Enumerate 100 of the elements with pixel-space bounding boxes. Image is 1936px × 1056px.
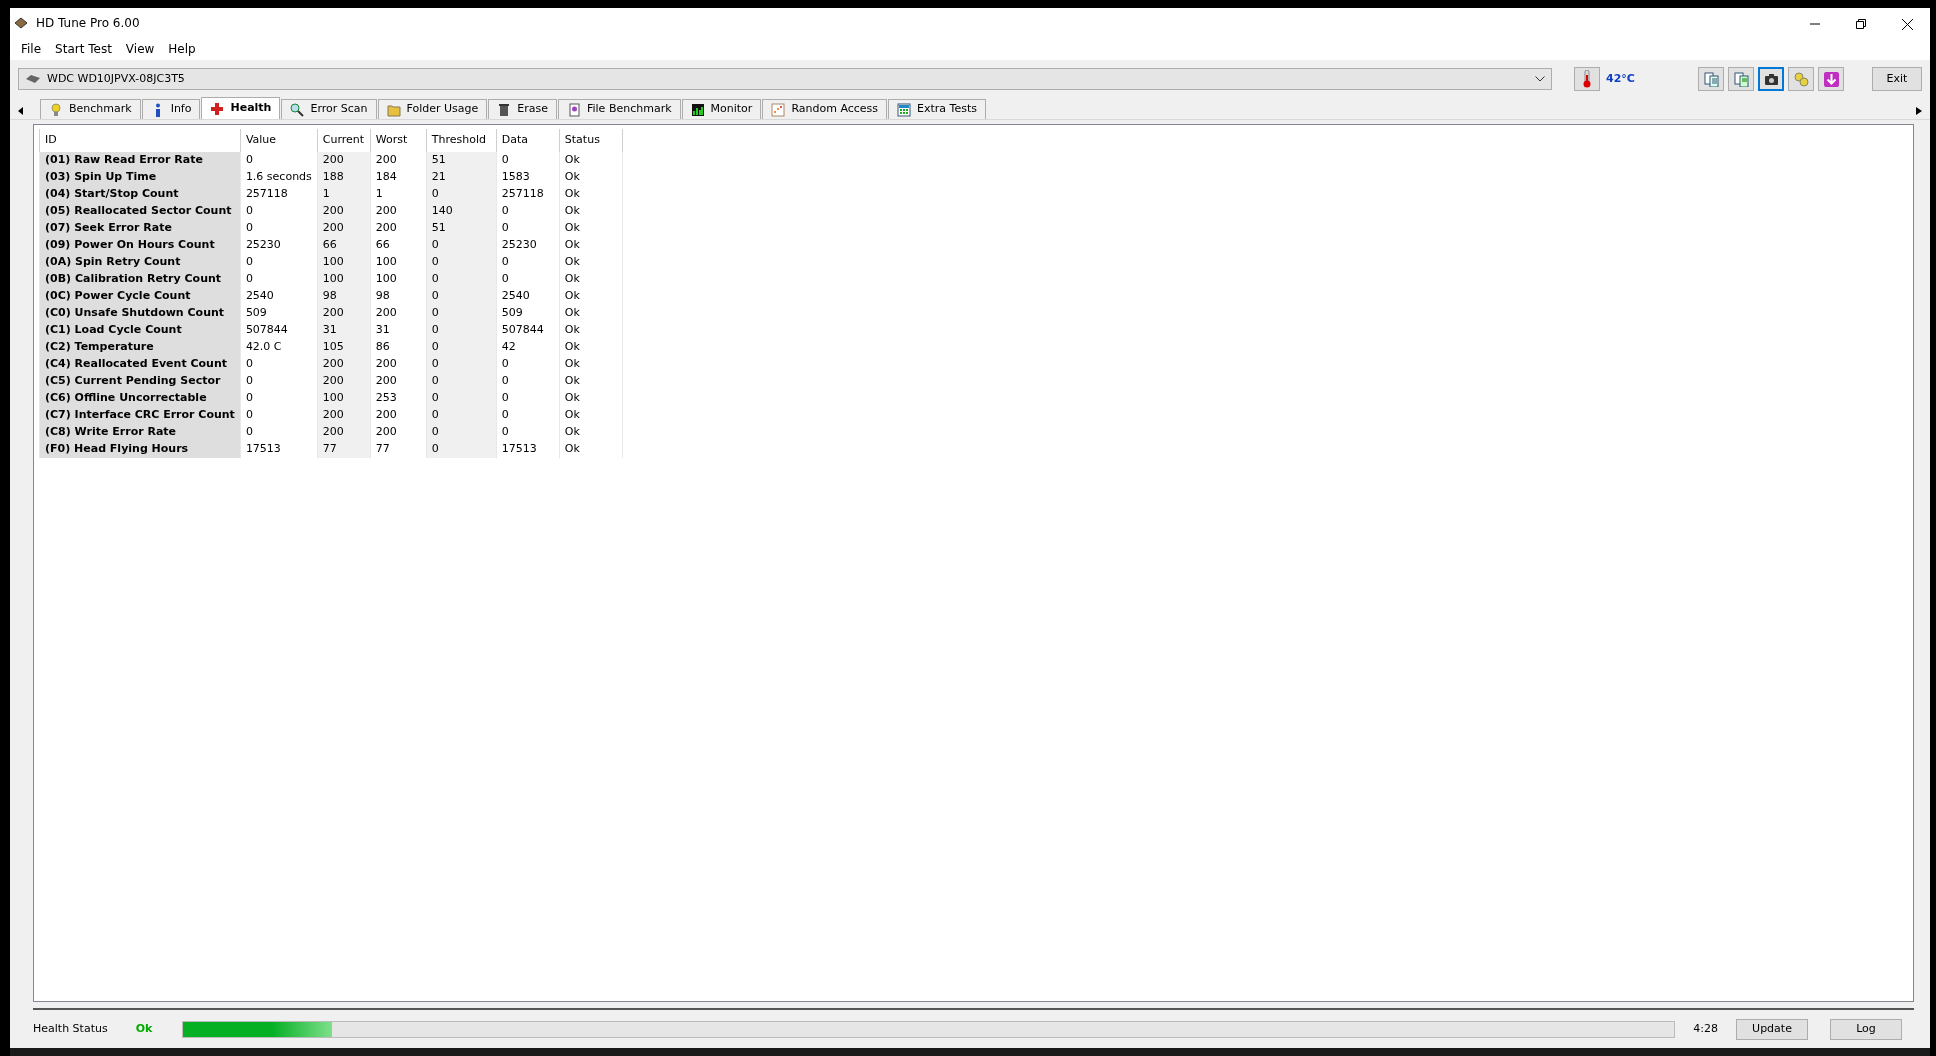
- toolbar-button[interactable]: [1758, 67, 1784, 91]
- table-cell: (01) Raw Read Error Rate: [39, 152, 241, 169]
- table-cell: (C5) Current Pending Sector: [39, 373, 241, 390]
- tab[interactable]: Folder Usage: [377, 99, 488, 119]
- menu-item[interactable]: File: [14, 40, 49, 58]
- table-cell: 66: [317, 237, 371, 254]
- table-cell: (09) Power On Hours Count: [39, 237, 241, 254]
- table-cell: 200: [317, 424, 371, 441]
- log-button[interactable]: Log: [1830, 1018, 1902, 1040]
- tab[interactable]: Random Access: [762, 99, 888, 119]
- table-cell: Ok: [559, 356, 623, 373]
- table-cell: (C7) Interface CRC Error Count: [39, 407, 241, 424]
- file-icon: [567, 102, 581, 117]
- menu-item[interactable]: View: [118, 40, 162, 58]
- update-button[interactable]: Update: [1736, 1018, 1808, 1040]
- table-cell: (07) Seek Error Rate: [39, 220, 241, 237]
- table-cell: 200: [317, 152, 371, 169]
- elapsed-time: 4:28: [1693, 1020, 1718, 1037]
- table-cell: 0: [426, 356, 497, 373]
- tab[interactable]: Benchmark: [40, 99, 141, 119]
- bar-chart-icon: [690, 102, 705, 117]
- magnifier-icon: [290, 102, 305, 117]
- table-cell: 200: [317, 373, 371, 390]
- table-cell: 140: [426, 203, 497, 220]
- copy-icon: [1703, 71, 1719, 87]
- drive-dropdown[interactable]: WDC WD10JPVX-08JC3T5: [18, 68, 1552, 90]
- table-cell: 200: [317, 356, 371, 373]
- table-cell: 0: [426, 288, 497, 305]
- scatter-chart-icon: [771, 102, 786, 117]
- scroll-right-icon[interactable]: [1916, 107, 1922, 115]
- table-cell: 200: [317, 220, 371, 237]
- table-cell: (0C) Power Cycle Count: [39, 288, 241, 305]
- menu-item[interactable]: Help: [161, 40, 203, 58]
- table-cell: (F0) Head Flying Hours: [39, 441, 241, 458]
- scroll-left-icon[interactable]: [18, 107, 24, 115]
- table-cell: 0: [426, 305, 497, 322]
- table-cell: Ok: [559, 322, 623, 339]
- temperature-button[interactable]: [1574, 67, 1600, 91]
- chevron-icon: [1535, 76, 1545, 82]
- table-cell: 1: [317, 186, 371, 203]
- table-cell: 0: [426, 373, 497, 390]
- table-cell: 31: [317, 322, 371, 339]
- exit-button[interactable]: Exit: [1872, 67, 1922, 91]
- table-cell: Ok: [559, 169, 623, 186]
- temperature-reading: 42°C: [1606, 70, 1636, 87]
- table-cell: (05) Reallocated Sector Count: [39, 203, 241, 220]
- table-cell: Ok: [559, 424, 623, 441]
- download-icon: [1823, 71, 1839, 87]
- table-cell: (C0) Unsafe Shutdown Count: [39, 305, 241, 322]
- table-cell: Ok: [559, 237, 623, 254]
- column-header[interactable]: Worst: [370, 129, 427, 152]
- table-cell: (03) Spin Up Time: [39, 169, 241, 186]
- camera-icon: [1763, 71, 1779, 87]
- table-cell: 77: [370, 441, 427, 458]
- table-cell: (04) Start/Stop Count: [39, 186, 241, 203]
- table-cell: 0: [426, 407, 497, 424]
- copy-icon: [1733, 71, 1749, 87]
- table-cell: 0: [426, 441, 497, 458]
- column-header[interactable]: Data: [496, 129, 560, 152]
- table-cell: (C6) Offline Uncorrectable: [39, 390, 241, 407]
- table-cell: Ok: [559, 305, 623, 322]
- table-cell: 0: [426, 322, 497, 339]
- table-cell: Ok: [559, 220, 623, 237]
- table-cell: Ok: [559, 186, 623, 203]
- table-cell: 0: [426, 390, 497, 407]
- table-cell: Ok: [559, 271, 623, 288]
- tab[interactable]: Error Scan: [281, 99, 377, 119]
- health-status-label: Health Status: [33, 1020, 108, 1037]
- table-cell: 100: [317, 271, 371, 288]
- table-cell: 17513: [496, 441, 560, 458]
- table-cell: (C8) Write Error Rate: [39, 424, 241, 441]
- app-icon: [14, 17, 28, 29]
- lightbulb-icon: [49, 102, 63, 117]
- drive-icon: [25, 74, 41, 84]
- tab[interactable]: Extra Tests: [888, 99, 986, 119]
- table-cell: 200: [317, 407, 371, 424]
- tab[interactable]: Monitor: [681, 99, 762, 119]
- tab[interactable]: Erase: [488, 99, 557, 119]
- table-cell: (0A) Spin Retry Count: [39, 254, 241, 271]
- table-cell: Ok: [559, 373, 623, 390]
- table-cell: 0: [426, 237, 497, 254]
- column-header[interactable]: Status: [559, 129, 623, 152]
- table-cell: 200: [317, 203, 371, 220]
- calculator-icon: [897, 102, 912, 117]
- table-cell: 0: [426, 254, 497, 271]
- tab[interactable]: File Benchmark: [558, 99, 681, 119]
- table-cell: 200: [317, 305, 371, 322]
- toolbar-button[interactable]: [1818, 67, 1844, 91]
- menu-item[interactable]: Start Test: [48, 40, 119, 58]
- table-cell: Ok: [559, 203, 623, 220]
- table-cell: Ok: [559, 441, 623, 458]
- trash-can-icon: [497, 102, 512, 117]
- table-cell: (0B) Calibration Retry Count: [39, 271, 241, 288]
- table-cell: 77: [317, 441, 371, 458]
- tab[interactable]: Health: [201, 97, 281, 119]
- column-header[interactable]: Value: [240, 129, 318, 152]
- table-cell: Ok: [559, 390, 623, 407]
- drive-name: WDC WD10JPVX-08JC3T5: [47, 70, 185, 87]
- tab[interactable]: Info: [141, 99, 201, 119]
- table-cell: 21: [426, 169, 497, 186]
